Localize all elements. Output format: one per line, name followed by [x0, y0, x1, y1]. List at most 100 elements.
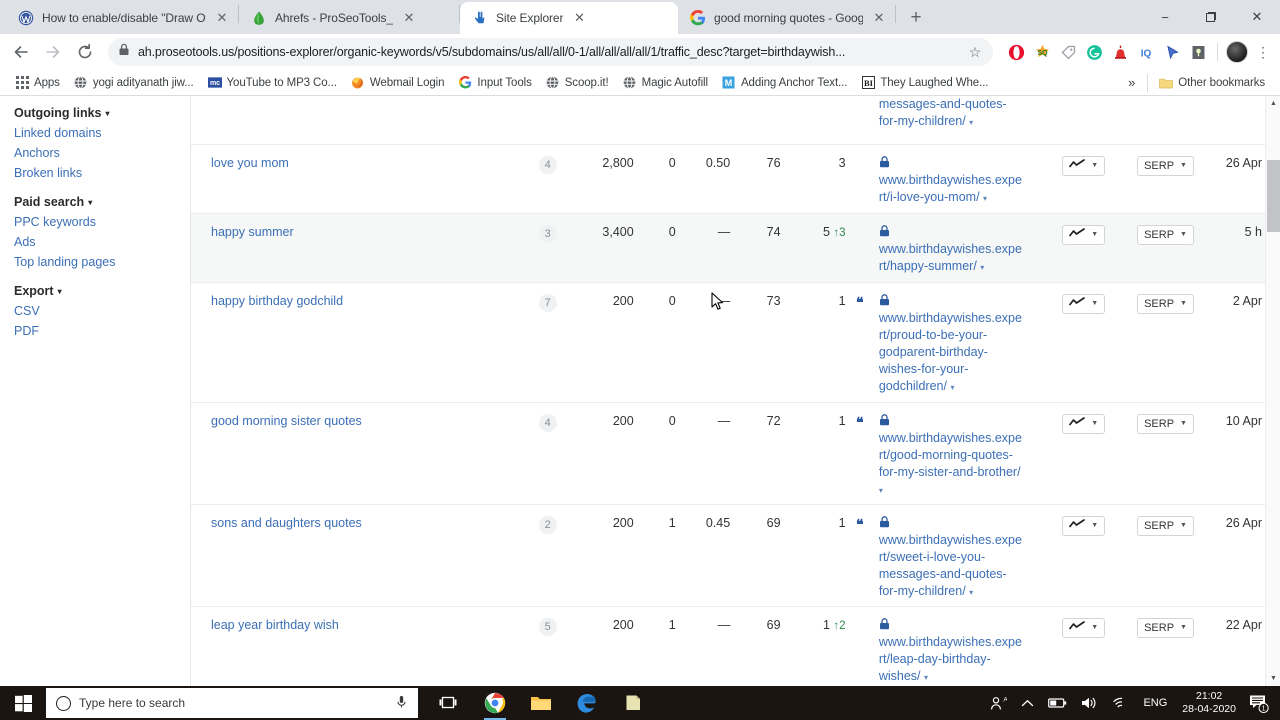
sparkline-button[interactable]: ▼ [1062, 155, 1106, 176]
new-tab-button[interactable]: + [902, 4, 930, 32]
sidebar-item-ads[interactable]: Ads [14, 232, 190, 252]
sidebar-item-ppc-keywords[interactable]: PPC keywords [14, 212, 190, 232]
table-row[interactable]: love you mom 4 2,800 0 0.50 76 3 www.bir… [191, 144, 1280, 213]
language-indicator[interactable]: ENG [1136, 686, 1174, 720]
minimize-button[interactable]: − [1142, 1, 1188, 33]
chevron-down-icon[interactable]: ▾ [980, 263, 984, 272]
address-bar[interactable]: ah.proseotools.us/positions-explorer/org… [108, 38, 993, 66]
opera-icon[interactable] [1005, 41, 1027, 63]
sidebar-item-linked-domains[interactable]: Linked domains [14, 123, 190, 143]
reload-button[interactable] [70, 37, 100, 67]
tab-1[interactable]: Ahrefs - ProSeoTools_ ✕ [239, 2, 459, 34]
start-button[interactable] [0, 686, 46, 720]
bookmark-3[interactable]: Webmail Login [344, 72, 452, 94]
bookmark-5[interactable]: Scoop.it! [539, 72, 616, 94]
bookmark-2[interactable]: mc YouTube to MP3 Co... [201, 72, 344, 94]
tab-2[interactable]: Site Explorer ✕ [460, 2, 678, 34]
task-view-icon[interactable] [426, 686, 472, 720]
close-button[interactable]: ✕ [1234, 1, 1280, 33]
url-line[interactable]: messages-and-quotes- [879, 96, 1043, 113]
sparkline-button[interactable]: ▼ [1062, 293, 1106, 314]
serp-button[interactable]: SERP ▼ [1137, 293, 1194, 314]
sparkline-button[interactable]: ▼ [1062, 413, 1106, 434]
table-row[interactable]: sons and daughters quotes 2 200 1 0.45 6… [191, 504, 1280, 606]
table-row[interactable]: happy summer 3 3,400 0 — 74 5 ↑3 www.bir… [191, 213, 1280, 282]
url-line[interactable]: rt/leap-day-birthday- [879, 651, 1043, 668]
sparkline-button[interactable]: ▼ [1062, 224, 1106, 245]
bookmarks-overflow-icon[interactable]: » [1120, 75, 1143, 90]
bookmark-6[interactable]: Magic Autofill [616, 72, 715, 94]
edge-icon[interactable] [564, 686, 610, 720]
url-line[interactable]: www.birthdaywishes.expe [879, 310, 1043, 327]
other-bookmarks-button[interactable]: Other bookmarks [1152, 72, 1272, 94]
serp-button[interactable]: SERP ▼ [1137, 413, 1194, 434]
keyword-link[interactable]: leap year birthday wish [211, 618, 339, 632]
url-line[interactable]: wishes/ ▾ [879, 668, 1043, 686]
battery-icon[interactable] [1041, 686, 1074, 720]
tab-close-icon[interactable]: ✕ [401, 10, 417, 26]
tab-0[interactable]: How to enable/disable "Draw Ov ✕ [6, 2, 238, 34]
sidebar-item-top-landing-pages[interactable]: Top landing pages [14, 252, 190, 272]
bookmark-apps[interactable]: Apps [8, 72, 67, 94]
keyword-link[interactable]: love you mom [211, 156, 289, 170]
grammarly-icon[interactable] [1083, 41, 1105, 63]
serp-button[interactable]: SERP ▼ [1137, 617, 1194, 638]
chevron-down-icon[interactable]: ▾ [879, 486, 883, 495]
keyword-icon[interactable] [1187, 41, 1209, 63]
show-hidden-icons-chevron[interactable] [1014, 686, 1041, 720]
sparkline-button[interactable]: ▼ [1062, 515, 1106, 536]
url-line[interactable]: rt/i-love-you-mom/ ▾ [879, 189, 1043, 207]
volume-icon[interactable] [1074, 686, 1105, 720]
chrome-menu-icon[interactable]: ⋮ [1252, 41, 1274, 63]
chevron-down-icon[interactable]: ▾ [924, 673, 928, 682]
table-row[interactable]: good morning sister quotes 4 200 0 — 72 … [191, 402, 1280, 504]
chevron-down-icon[interactable]: ▾ [969, 118, 973, 127]
tab-close-icon[interactable]: ✕ [214, 10, 230, 26]
cursor-icon[interactable] [1161, 41, 1183, 63]
url-line[interactable]: for-my-sister-and-brother/ [879, 464, 1043, 481]
taskbar-clock[interactable]: 21:02 28-04-2020 [1174, 690, 1244, 716]
page-scrollbar[interactable]: ▲ ▼ [1265, 96, 1280, 686]
serp-button[interactable]: SERP ▼ [1137, 224, 1194, 245]
bookmark-1[interactable]: yogi adityanath jiw... [67, 72, 201, 94]
sidebar-header-paid-search[interactable]: Paid search ▾ [14, 193, 190, 212]
chevron-down-icon[interactable]: ▾ [969, 588, 973, 597]
tab-close-icon[interactable]: ✕ [571, 10, 587, 26]
sidebar-item-broken-links[interactable]: Broken links [14, 163, 190, 183]
url-line[interactable]: for-my-children/ ▾ [879, 113, 1043, 131]
tag-icon[interactable] [1057, 41, 1079, 63]
tab-close-icon[interactable]: ✕ [871, 10, 887, 26]
url-line[interactable]: www.birthdaywishes.expe [879, 634, 1043, 651]
chevron-down-icon[interactable]: ▾ [950, 383, 954, 392]
serp-button[interactable]: SERP ▼ [1137, 155, 1194, 176]
sidebar-item-csv[interactable]: CSV [14, 301, 190, 321]
bookmark-8[interactable]: BI They Laughed Whe... [854, 72, 995, 94]
people-icon[interactable]: A [983, 686, 1014, 720]
bookmark-7[interactable]: M Adding Anchor Text... [715, 72, 854, 94]
avatar[interactable] [1226, 41, 1248, 63]
url-line[interactable]: rt/happy-summer/ ▾ [879, 258, 1043, 276]
url-line[interactable]: www.birthdaywishes.expe [879, 430, 1043, 447]
alarm-icon[interactable] [1109, 41, 1131, 63]
notepad-icon[interactable] [610, 686, 656, 720]
url-line[interactable]: rt/sweet-i-love-you- [879, 549, 1043, 566]
taskbar-search-box[interactable]: Type here to search [46, 688, 418, 718]
bookmark-star-icon[interactable]: ☆ [967, 44, 983, 61]
table-row[interactable]: happy birthday godchild 7 200 0 — 73 1 ❝… [191, 282, 1280, 402]
sidebar-item-anchors[interactable]: Anchors [14, 143, 190, 163]
keyword-link[interactable]: good morning sister quotes [211, 414, 362, 428]
url-line[interactable]: rt/proud-to-be-your- [879, 327, 1043, 344]
serp-button[interactable]: SERP ▼ [1137, 515, 1194, 536]
keyword-link[interactable]: happy summer [211, 225, 294, 239]
url-line[interactable]: ▾ [879, 481, 1043, 499]
url-line[interactable]: godchildren/ ▾ [879, 378, 1043, 396]
featured-snippet-icon[interactable]: ❝ [856, 414, 863, 430]
url-line[interactable]: wishes-for-your- [879, 361, 1043, 378]
url-line[interactable]: www.birthdaywishes.expe [879, 172, 1043, 189]
bookmark-4[interactable]: Input Tools [451, 72, 538, 94]
url-line[interactable]: messages-and-quotes- [879, 566, 1043, 583]
wifi-icon[interactable] [1105, 686, 1136, 720]
chevron-down-icon[interactable]: ▾ [983, 194, 987, 203]
url-line[interactable]: godparent-birthday- [879, 344, 1043, 361]
url-line[interactable]: rt/good-morning-quotes- [879, 447, 1043, 464]
